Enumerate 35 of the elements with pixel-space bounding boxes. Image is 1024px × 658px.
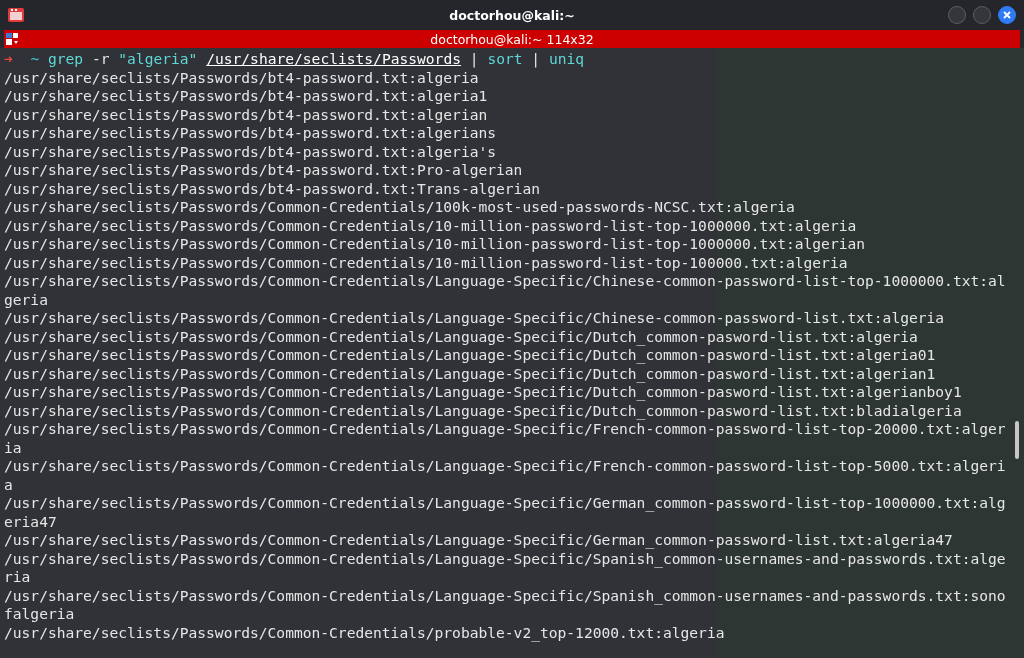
output-line: /usr/share/seclists/Passwords/Common-Credentials/Language-Specific/Spanish_common-usernames-and-passwords.txt:algeria (4, 549, 1006, 587)
output-line: /usr/share/seclists/Passwords/Common-Credentials/Language-Specific/Dutch_common-pasword-list.txt:bladialgeria (4, 401, 963, 420)
terminal-size-title: doctorhou@kali:~ 114x32 (430, 31, 594, 47)
output-line: /usr/share/seclists/Passwords/bt4-password.txt:Pro-algerian (4, 161, 524, 180)
output-line: /usr/share/seclists/Passwords/Common-Credentials/Language-Specific/German_common-password-list.txt:algeria47 (4, 531, 954, 550)
output-line: /usr/share/seclists/Passwords/Common-Credentials/Language-Specific/French-common-password-list-top-5000.txt:algeria (4, 457, 1006, 494)
output-line: /usr/share/seclists/Passwords/Common-Credentials/100k-most-used-passwords-NCSC.txt:algeria (4, 198, 796, 217)
output-line: /usr/share/seclists/Passwords/Common-Credentials/Language-Specific/Dutch_common-pasword-list.txt:algerianboy1 (4, 383, 963, 402)
output-line: /usr/share/seclists/Passwords/bt4-password.txt:algeria's (4, 142, 498, 161)
output-line: /usr/share/seclists/Passwords/bt4-password.txt:algeria1 (4, 87, 489, 106)
scrollbar-thumb[interactable] (1015, 421, 1019, 459)
output-line: /usr/share/seclists/Passwords/Common-Credentials/10-million-password-list-top-100000.txt:algeria (4, 253, 849, 272)
command-prompt: ➜ ~ grep -r "algeria" /usr/share/seclists/Passwords | sort | uniq (4, 50, 586, 69)
maximize-button[interactable] (973, 6, 991, 24)
close-button[interactable] (998, 6, 1016, 24)
output-line: /usr/share/seclists/Passwords/Common-Credentials/Language-Specific/Dutch_common-pasword-list.txt:algeria (4, 327, 919, 346)
output-line: /usr/share/seclists/Passwords/Common-Credentials/Language-Specific/German_common-password-list-top-1000000.txt:algeria47 (4, 494, 1006, 531)
close-icon (1003, 11, 1011, 19)
output-line: /usr/share/seclists/Passwords/Common-Credentials/probable-v2_top-12000.txt:algeria (4, 623, 726, 642)
split-view-icon (6, 32, 20, 46)
output-line: /usr/share/seclists/Passwords/Common-Credentials/Language-Specific/Spanish_common-usernames-and-passwords.txt:sonofalgeria (4, 586, 1006, 624)
minimize-button[interactable] (948, 6, 966, 24)
output-line: /usr/share/seclists/Passwords/Common-Credentials/Language-Specific/Dutch_common-pasword-list.txt:algerian1 (4, 364, 937, 383)
output-line: /usr/share/seclists/Passwords/Common-Credentials/Language-Specific/French-common-password-list-top-20000.txt:algeria (4, 420, 1006, 457)
output-line: /usr/share/seclists/Passwords/bt4-password.txt:algeria (4, 68, 480, 87)
output-line: /usr/share/seclists/Passwords/Common-Credentials/Language-Specific/Dutch_common-pasword-list.txt:algeria01 (4, 346, 937, 365)
output-line: /usr/share/seclists/Passwords/Common-Credentials/10-million-password-list-top-1000000.txt:algerian (4, 235, 867, 254)
output-line: /usr/share/seclists/Passwords/bt4-password.txt:algerians (4, 124, 498, 143)
output-line: /usr/share/seclists/Passwords/bt4-password.txt:Trans-algerian (4, 179, 541, 198)
output-line: /usr/share/seclists/Passwords/Common-Credentials/10-million-password-list-top-1000000.txt:algeria (4, 216, 858, 235)
output-line: /usr/share/seclists/Passwords/Common-Credentials/Language-Specific/Chinese-common-password-list-top-1000000.txt:algeria (4, 272, 1006, 309)
window-title: doctorhou@kali:~ (449, 7, 575, 23)
output-line: /usr/share/seclists/Passwords/Common-Credentials/Language-Specific/Chinese-common-password-list.txt:algeria (4, 309, 946, 328)
output-line: /usr/share/seclists/Passwords/bt4-password.txt:algerian (4, 105, 489, 124)
terminal-icon (8, 8, 24, 22)
